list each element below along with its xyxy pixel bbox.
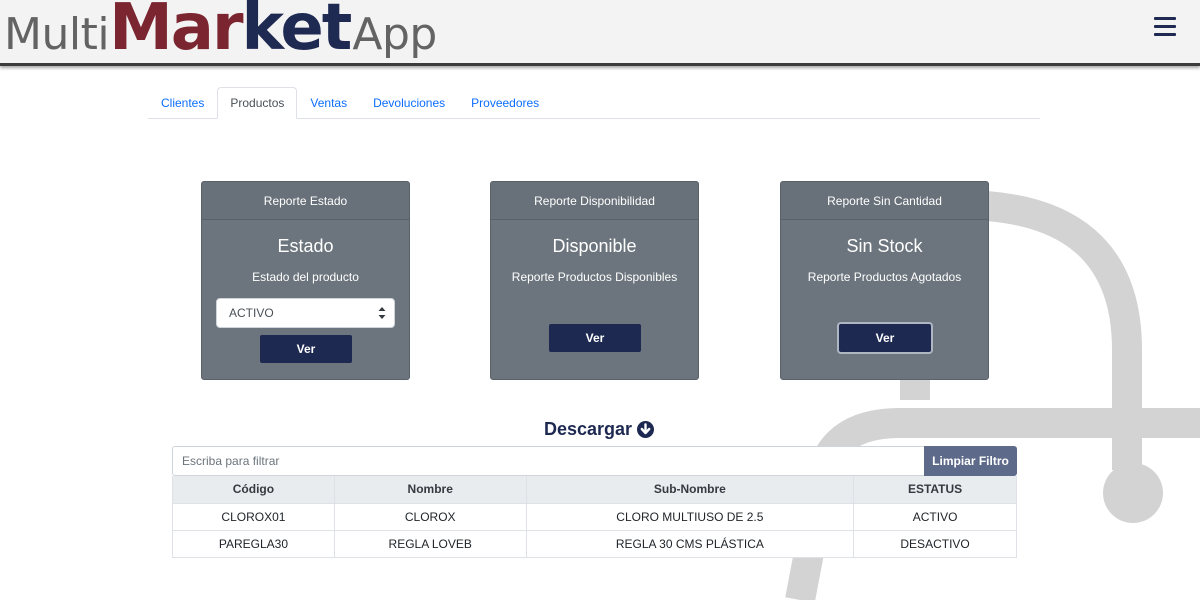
arrow-circle-down-icon	[637, 420, 655, 438]
cell-estatus: DESACTIVO	[853, 529, 1017, 558]
ver-estado-button[interactable]: Ver	[260, 335, 352, 363]
cell-sub-nombre: CLORO MULTIUSO DE 2.5	[525, 502, 855, 531]
ver-disponibilidad-button[interactable]: Ver	[549, 324, 641, 352]
filter-input[interactable]: Escriba para filtrar	[172, 446, 924, 476]
logo-text-mar: Mar	[109, 0, 243, 65]
card-reporte-sin-cantidad: Reporte Sin Cantidad Sin Stock Reporte P…	[780, 181, 989, 380]
logo-text-ket: ket	[241, 0, 353, 65]
card-text: Reporte Productos Agotados	[807, 270, 962, 284]
download-link[interactable]: Descargar	[544, 417, 655, 441]
select-arrows-icon	[378, 307, 386, 319]
card-reporte-estado: Reporte Estado Estado Estado del product…	[201, 181, 410, 380]
estado-select[interactable]: ACTIVO	[216, 298, 395, 328]
card-title: Estado	[277, 236, 334, 256]
cell-estatus: ACTIVO	[853, 502, 1017, 531]
logo-text-multi: Multi	[4, 9, 110, 60]
tab-devoluciones[interactable]: Devoluciones	[360, 87, 458, 119]
card-header: Reporte Sin Cantidad	[781, 182, 988, 220]
tab-clientes[interactable]: Clientes	[148, 87, 217, 119]
hamburger-menu-icon[interactable]	[1154, 17, 1178, 39]
download-label: Descargar	[544, 418, 633, 439]
tab-productos[interactable]: Productos	[217, 87, 298, 119]
logo-text-app: App	[352, 9, 437, 60]
nav-tabs: Clientes Productos Ventas Devoluciones P…	[148, 87, 1040, 119]
column-header-codigo[interactable]: Código	[172, 476, 335, 504]
tab-ventas[interactable]: Ventas	[297, 87, 360, 119]
cell-codigo: PAREGLA30	[172, 529, 335, 558]
table-row[interactable]: CLOROX01 CLOROX CLORO MULTIUSO DE 2.5 AC…	[172, 502, 1017, 531]
cell-nombre: CLOROX	[333, 502, 527, 531]
column-header-estatus[interactable]: ESTATUS	[853, 476, 1017, 504]
tab-proveedores[interactable]: Proveedores	[458, 87, 552, 119]
app-logo[interactable]: MultiMarketApp	[4, 0, 437, 60]
cell-codigo: CLOROX01	[172, 502, 335, 531]
card-header: Reporte Disponibilidad	[491, 182, 698, 220]
app-header: MultiMarketApp	[0, 0, 1200, 66]
card-reporte-disponibilidad: Reporte Disponibilidad Disponible Report…	[490, 181, 699, 380]
filter-bar: Escriba para filtrar Limpiar Filtro	[172, 446, 1017, 476]
column-header-sub-nombre[interactable]: Sub-Nombre	[525, 476, 855, 504]
card-header: Reporte Estado	[202, 182, 409, 220]
card-title: Disponible	[552, 236, 637, 256]
card-text: Reporte Productos Disponibles	[511, 270, 678, 284]
column-header-nombre[interactable]: Nombre	[333, 476, 527, 504]
cell-nombre: REGLA LOVEB	[333, 529, 527, 558]
clear-filter-button[interactable]: Limpiar Filtro	[924, 446, 1017, 476]
ver-sin-stock-button[interactable]: Ver	[839, 324, 931, 352]
products-table: Código Nombre Sub-Nombre ESTATUS CLOROX0…	[172, 476, 1017, 558]
card-text: Estado del producto	[252, 270, 359, 284]
cell-sub-nombre: REGLA 30 CMS PLÁSTICA	[525, 529, 855, 558]
table-header-row: Código Nombre Sub-Nombre ESTATUS	[172, 476, 1017, 504]
table-row[interactable]: PAREGLA30 REGLA LOVEB REGLA 30 CMS PLÁST…	[172, 529, 1017, 558]
card-title: Sin Stock	[846, 236, 923, 256]
estado-select-value: ACTIVO	[229, 306, 274, 320]
